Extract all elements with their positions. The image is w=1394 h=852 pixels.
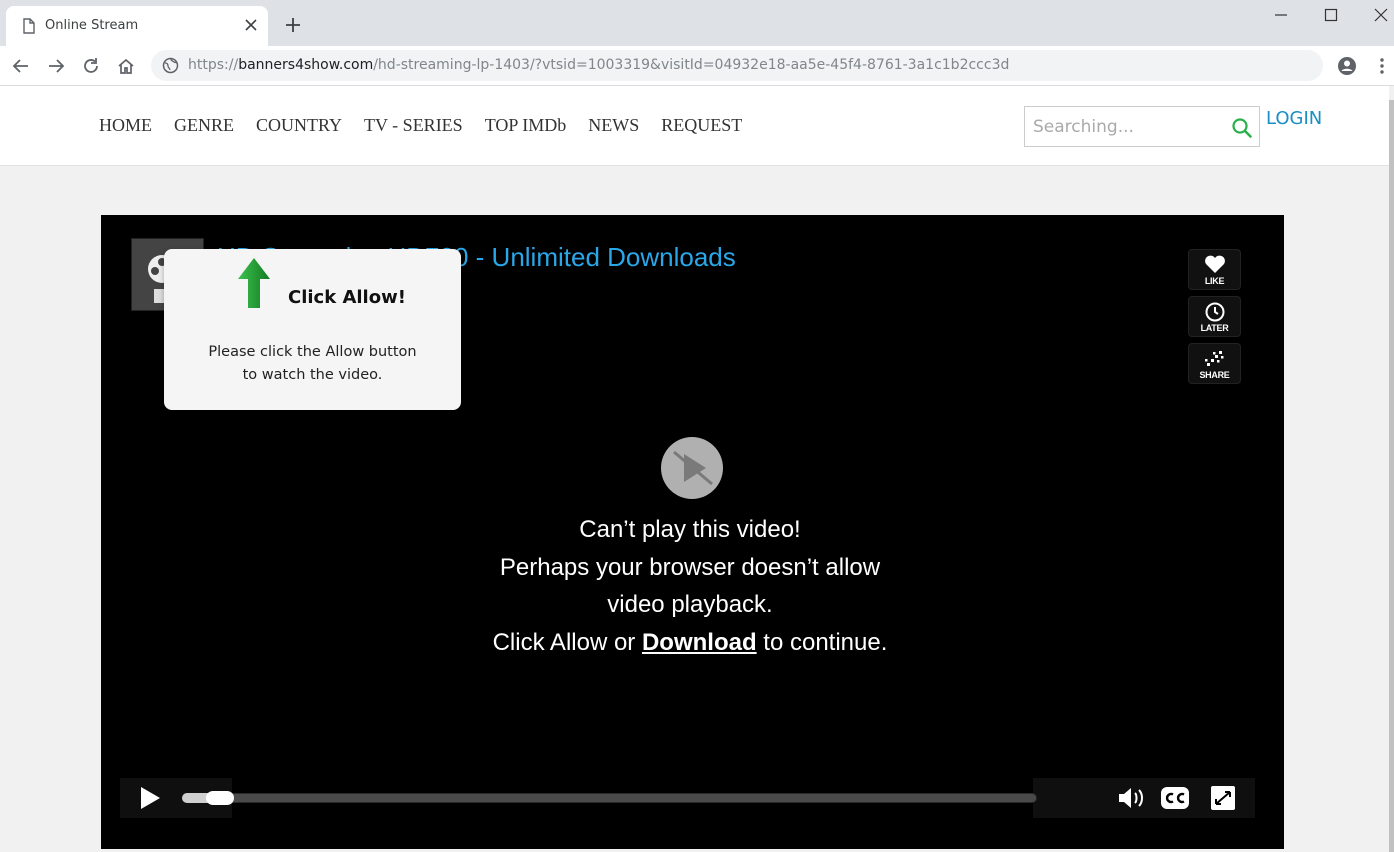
- address-bar[interactable]: https://banners4show.com/hd-streaming-lp…: [151, 50, 1323, 81]
- back-icon[interactable]: [11, 56, 31, 76]
- browser-tab[interactable]: Online Stream: [6, 6, 268, 46]
- message-suffix: to continue.: [756, 628, 888, 656]
- share-icon: [1205, 351, 1224, 366]
- popup-title: Click Allow!: [288, 287, 406, 308]
- nav-news[interactable]: NEWS: [588, 115, 639, 136]
- nav-genre[interactable]: GENRE: [174, 115, 234, 136]
- browser-tab-bar: Online Stream: [0, 0, 1394, 46]
- message-prefix: Click Allow or: [492, 628, 642, 656]
- login-link[interactable]: LOGIN: [1266, 108, 1322, 129]
- home-icon[interactable]: [116, 56, 136, 76]
- seek-bar[interactable]: [182, 793, 1037, 803]
- later-label: LATER: [1200, 323, 1229, 333]
- close-tab-icon[interactable]: [244, 18, 258, 32]
- tab-title: Online Stream: [45, 18, 139, 33]
- share-button[interactable]: SHARE: [1188, 343, 1241, 384]
- menu-kebab-icon[interactable]: [1374, 56, 1390, 76]
- close-window-icon[interactable]: [1372, 6, 1390, 24]
- page-icon: [23, 18, 35, 34]
- nav-request[interactable]: REQUEST: [661, 115, 742, 136]
- nav-home[interactable]: HOME: [99, 115, 152, 136]
- like-label: LIKE: [1204, 276, 1225, 286]
- message-line-2: Perhaps your browser doesn’t allow: [499, 553, 881, 581]
- forward-icon[interactable]: [46, 56, 66, 76]
- new-tab-icon[interactable]: [284, 16, 302, 34]
- main-nav: HOME GENRE COUNTRY TV - SERIES TOP IMDb …: [99, 115, 764, 136]
- search-box: [1024, 106, 1260, 147]
- nav-top-imdb[interactable]: TOP IMDb: [485, 115, 567, 136]
- play-icon[interactable]: [136, 785, 162, 811]
- volume-icon[interactable]: [1117, 786, 1147, 810]
- clock-icon: [1205, 302, 1225, 322]
- minimize-icon[interactable]: [1272, 6, 1290, 24]
- share-label: SHARE: [1199, 370, 1230, 380]
- message-line-1: Can’t play this video!: [579, 516, 801, 543]
- message-line-4: Click Allow or Download to continue.: [101, 624, 1279, 662]
- allow-notification-popup: Click Allow! Please click the Allow butt…: [164, 249, 461, 410]
- account-icon[interactable]: [1337, 56, 1357, 76]
- scrollbar-thumb[interactable]: [1389, 100, 1394, 852]
- popup-body: Please click the Allow button to watch t…: [164, 341, 461, 387]
- player-controls: [120, 778, 1255, 818]
- maximize-icon[interactable]: [1322, 6, 1340, 24]
- page-scrollbar[interactable]: [1389, 86, 1394, 852]
- fullscreen-icon[interactable]: [1210, 786, 1236, 810]
- later-button[interactable]: LATER: [1188, 296, 1241, 337]
- reload-icon[interactable]: [81, 56, 101, 76]
- like-button[interactable]: LIKE: [1188, 249, 1241, 290]
- browser-toolbar: https://banners4show.com/hd-streaming-lp…: [0, 46, 1394, 86]
- heart-icon: [1205, 255, 1225, 273]
- url-text: https://banners4show.com/hd-streaming-lp…: [188, 57, 1010, 73]
- globe-icon: [162, 57, 179, 74]
- nav-tv-series[interactable]: TV - SERIES: [364, 115, 463, 136]
- search-icon[interactable]: [1231, 117, 1253, 139]
- download-link[interactable]: Download: [642, 629, 757, 656]
- message-line-3: video playback.: [607, 591, 773, 618]
- site-header: HOME GENRE COUNTRY TV - SERIES TOP IMDb …: [0, 86, 1389, 166]
- nav-country[interactable]: COUNTRY: [256, 115, 342, 136]
- blocked-play-icon[interactable]: [660, 436, 724, 500]
- popup-line-2: to watch the video.: [242, 367, 383, 383]
- popup-line-1: Please click the Allow button: [208, 344, 417, 360]
- search-input[interactable]: [1033, 115, 1223, 139]
- closed-captions-icon[interactable]: [1160, 786, 1190, 810]
- arrow-up-icon: [238, 258, 270, 308]
- playback-error-message: Can’t play this video! Perhaps your brow…: [101, 511, 1279, 661]
- seek-handle[interactable]: [205, 791, 234, 805]
